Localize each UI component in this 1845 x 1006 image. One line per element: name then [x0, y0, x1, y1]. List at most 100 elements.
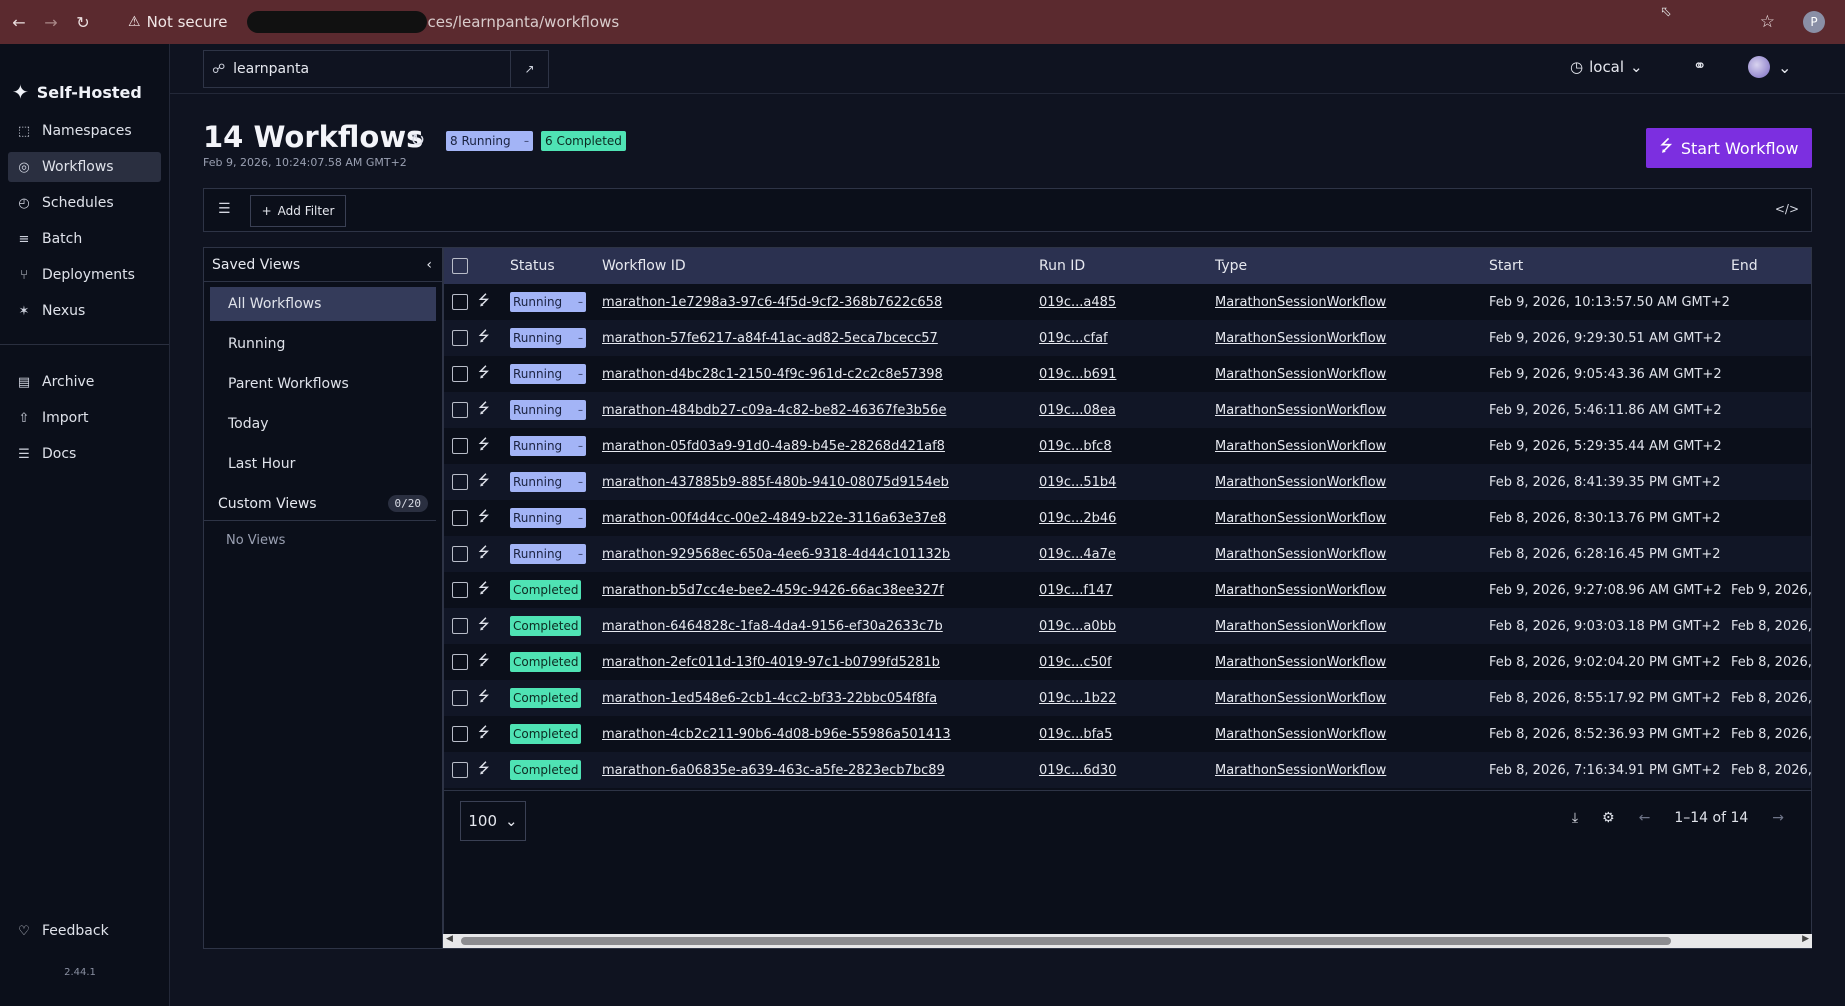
run-id-link[interactable]: 019c...08ea [1039, 403, 1116, 418]
workflow-id-link[interactable]: marathon-484bdb27-c09a-4c82-be82-46367fe… [602, 403, 946, 418]
row-checkbox[interactable] [452, 618, 468, 634]
bolt-icon[interactable]: ⭍ [478, 401, 490, 417]
sidebar-item-namespaces[interactable]: ⬚ Namespaces [8, 116, 161, 146]
sidebar-item-batch[interactable]: ≡ Batch [8, 224, 161, 254]
saved-view-running[interactable]: Running [210, 327, 436, 361]
select-all-checkbox[interactable] [452, 258, 468, 274]
scroll-left-icon[interactable]: ◀ [446, 934, 453, 944]
workflow-type-link[interactable]: MarathonSessionWorkflow [1215, 619, 1386, 634]
bolt-icon[interactable]: ⭍ [478, 473, 490, 489]
run-id-link[interactable]: 019c...c50f [1039, 655, 1112, 670]
table-row[interactable]: ⭍ Completed marathon-6a06835e-a639-463c-a5… [444, 752, 1811, 788]
brand[interactable]: ✦ Self-Hosted [0, 44, 169, 116]
workflow-type-link[interactable]: MarathonSessionWorkflow [1215, 439, 1386, 454]
bolt-icon[interactable]: ⭍ [478, 545, 490, 561]
workflow-id-link[interactable]: marathon-6a06835e-a639-463c-a5fe-2823ecb… [602, 763, 945, 778]
workflow-id-link[interactable]: marathon-2efc011d-13f0-4019-97c1-b0799fd… [602, 655, 940, 670]
collapse-chevron-icon[interactable]: ‹ [426, 257, 432, 273]
workflow-id-link[interactable]: marathon-1ed548e6-2cb1-4cc2-bf33-22bbc05… [602, 691, 937, 706]
bookmark-star-icon[interactable]: ☆ [1760, 12, 1775, 32]
run-id-link[interactable]: 019c...2b46 [1039, 511, 1116, 526]
page-size-select[interactable]: 100 ⌄ [460, 801, 526, 841]
bolt-icon[interactable]: ⭍ [478, 725, 490, 741]
row-checkbox[interactable] [452, 762, 468, 778]
bolt-icon[interactable]: ⭍ [478, 761, 490, 777]
code-view-icon[interactable]: </> [1775, 202, 1799, 216]
bolt-icon[interactable]: ⭍ [478, 293, 490, 309]
table-row[interactable]: ⭍ Running – marathon-05fd03a9-91d0-4a89-b45… [444, 428, 1811, 464]
namespace-selector[interactable]: ☍ learnpanta ↗ [203, 50, 549, 88]
row-checkbox[interactable] [452, 654, 468, 670]
table-row[interactable]: ⭍ Completed marathon-1ed548e6-2cb1-4cc2-bf… [444, 680, 1811, 716]
scroll-right-icon[interactable]: ▶ [1802, 934, 1809, 944]
glasses-icon[interactable]: ⚭ [1693, 56, 1706, 75]
timezone-selector[interactable]: ◷ local ⌄ [1570, 58, 1643, 76]
table-row[interactable]: ⭍ Running – marathon-929568ec-650a-4ee6-931… [444, 536, 1811, 572]
table-row[interactable]: ⭍ Completed marathon-6464828c-1fa8-4da4-91… [444, 608, 1811, 644]
bolt-icon[interactable]: ⭍ [478, 617, 490, 633]
bolt-icon[interactable]: ⭍ [478, 329, 490, 345]
workflow-id-link[interactable]: marathon-d4bc28c1-2150-4f9c-961d-c2c2c8e… [602, 367, 943, 382]
row-checkbox[interactable] [452, 402, 468, 418]
run-id-link[interactable]: 019c...b691 [1039, 367, 1116, 382]
workflow-type-link[interactable]: MarathonSessionWorkflow [1215, 763, 1386, 778]
workflow-type-link[interactable]: MarathonSessionWorkflow [1215, 331, 1386, 346]
workflow-type-link[interactable]: MarathonSessionWorkflow [1215, 511, 1386, 526]
row-checkbox[interactable] [452, 582, 468, 598]
scrollbar-thumb[interactable] [461, 937, 1671, 945]
table-row[interactable]: ⭍ Running – marathon-437885b9-885f-480b-941… [444, 464, 1811, 500]
completed-count-badge[interactable]: 6 Completed [541, 131, 626, 151]
workflow-type-link[interactable]: MarathonSessionWorkflow [1215, 691, 1386, 706]
next-page-icon[interactable]: → [1772, 810, 1784, 826]
workflow-id-link[interactable]: marathon-00f4d4cc-00e2-4849-b22e-3116a63… [602, 511, 946, 526]
row-checkbox[interactable] [452, 690, 468, 706]
refresh-icon[interactable]: ↻ [410, 130, 425, 151]
sidebar-item-deployments[interactable]: ⑂ Deployments [8, 260, 161, 290]
workflow-id-link[interactable]: marathon-437885b9-885f-480b-9410-08075d9… [602, 475, 949, 490]
security-indicator[interactable]: ⚠ Not secure [128, 13, 227, 31]
user-menu[interactable]: ⌄ [1748, 56, 1791, 78]
run-id-link[interactable]: 019c...f147 [1039, 583, 1113, 598]
sidebar-item-schedules[interactable]: ◴ Schedules [8, 188, 161, 218]
run-id-link[interactable]: 019c...bfc8 [1039, 439, 1112, 454]
row-checkbox[interactable] [452, 546, 468, 562]
run-id-link[interactable]: 019c...bfa5 [1039, 727, 1112, 742]
bolt-icon[interactable]: ⭍ [478, 653, 490, 669]
table-row[interactable]: ⭍ Running – marathon-57fe6217-a84f-41ac-ad8… [444, 320, 1811, 356]
url-bar[interactable]: ces/learnpanta/workflows [427, 13, 619, 31]
saved-view-today[interactable]: Today [210, 407, 436, 441]
workflow-id-link[interactable]: marathon-57fe6217-a84f-41ac-ad82-5eca7bc… [602, 331, 938, 346]
start-workflow-button[interactable]: ⭍ Start Workflow [1646, 128, 1812, 168]
gear-icon[interactable]: ⚙ [1602, 810, 1615, 826]
workflow-id-link[interactable]: marathon-b5d7cc4e-bee2-459c-9426-66ac38e… [602, 583, 944, 598]
forward-icon[interactable]: → [38, 13, 64, 32]
run-id-link[interactable]: 019c...4a7e [1039, 547, 1116, 562]
row-checkbox[interactable] [452, 438, 468, 454]
sidebar-item-feedback[interactable]: ♡ Feedback [8, 916, 109, 946]
workflow-id-link[interactable]: marathon-929568ec-650a-4ee6-9318-4d44c10… [602, 547, 950, 562]
row-checkbox[interactable] [452, 474, 468, 490]
table-row[interactable]: ⭍ Running – marathon-484bdb27-c09a-4c82-be8… [444, 392, 1811, 428]
row-checkbox[interactable] [452, 330, 468, 346]
workflow-type-link[interactable]: MarathonSessionWorkflow [1215, 367, 1386, 382]
workflow-id-link[interactable]: marathon-6464828c-1fa8-4da4-9156-ef30a26… [602, 619, 943, 634]
sidebar-item-import[interactable]: ⇧ Import [8, 403, 161, 433]
download-icon[interactable]: ⤓ [1572, 810, 1578, 826]
filter-icon[interactable]: ☰ [218, 201, 231, 217]
workflow-type-link[interactable]: MarathonSessionWorkflow [1215, 547, 1386, 562]
saved-view-all-workflows[interactable]: All Workflows [210, 287, 436, 321]
bolt-icon[interactable]: ⭍ [478, 365, 490, 381]
bolt-icon[interactable]: ⭍ [478, 689, 490, 705]
saved-view-last-hour[interactable]: Last Hour [210, 447, 436, 481]
external-link-icon[interactable]: ↗ [510, 51, 548, 87]
run-id-link[interactable]: 019c...a485 [1039, 295, 1116, 310]
profile-avatar[interactable]: P [1803, 11, 1825, 33]
workflow-type-link[interactable]: MarathonSessionWorkflow [1215, 295, 1386, 310]
row-checkbox[interactable] [452, 294, 468, 310]
workflow-type-link[interactable]: MarathonSessionWorkflow [1215, 583, 1386, 598]
sidebar-item-nexus[interactable]: ✶ Nexus [8, 296, 161, 326]
run-id-link[interactable]: 019c...a0bb [1039, 619, 1116, 634]
previous-page-icon[interactable]: ← [1639, 810, 1651, 826]
reload-icon[interactable]: ↻ [70, 13, 96, 32]
workflow-id-link[interactable]: marathon-1e7298a3-97c6-4f5d-9cf2-368b762… [602, 295, 942, 310]
